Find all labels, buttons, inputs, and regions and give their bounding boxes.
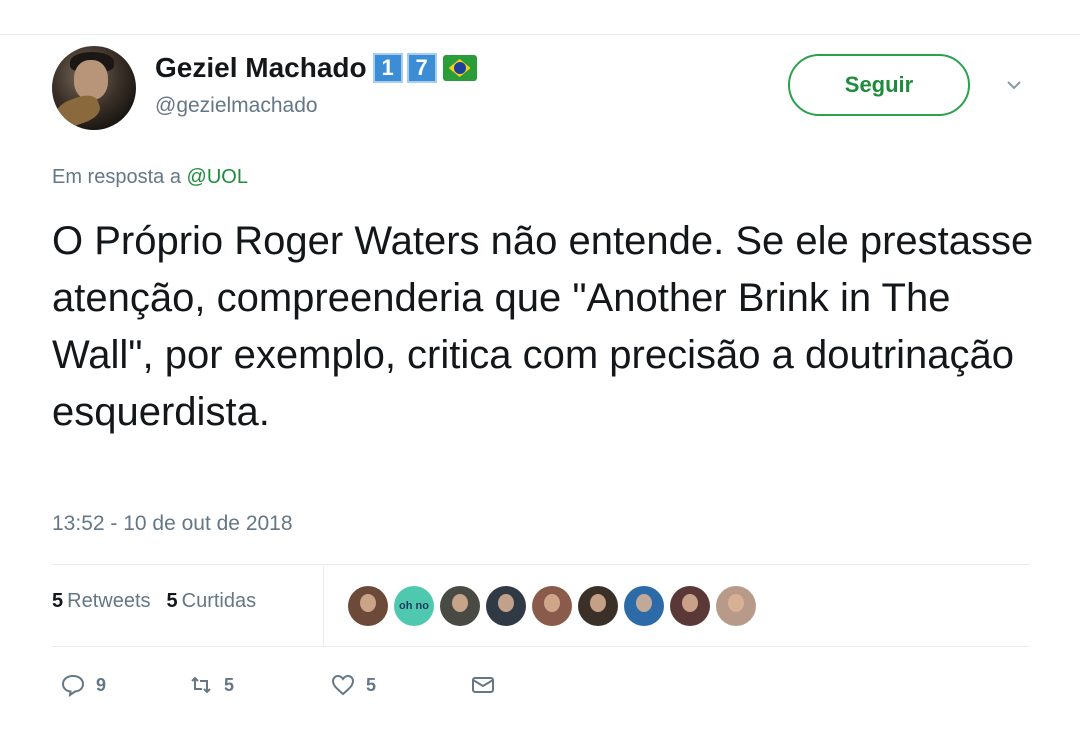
author-row: Geziel Machado 1 7	[155, 52, 477, 84]
avatar[interactable]	[52, 46, 136, 130]
retweets-count[interactable]: 5	[52, 590, 63, 613]
liker-avatar[interactable]: oh no	[394, 586, 434, 626]
liker-avatar[interactable]	[716, 586, 756, 626]
retweet-icon	[191, 676, 211, 694]
flag-brazil-icon	[442, 55, 477, 81]
retweets-label[interactable]: Retweets	[67, 590, 150, 613]
chevron-down-icon[interactable]	[1006, 78, 1021, 90]
divider	[52, 564, 1030, 565]
reply-button[interactable]: 9	[60, 672, 188, 698]
tweet-actions: 9 5 5	[60, 672, 496, 698]
tweet-timestamp[interactable]: 13:52 - 10 de out de 2018	[52, 512, 293, 536]
reply-context: Em resposta a @UOL	[52, 166, 248, 189]
like-count: 5	[366, 674, 377, 695]
top-strip	[0, 0, 1080, 35]
likes-label[interactable]: Curtidas	[182, 590, 256, 613]
liker-avatar-text: oh no	[399, 600, 429, 612]
reply-prefix: Em resposta a	[52, 166, 181, 188]
liker-avatar[interactable]	[624, 586, 664, 626]
liker-avatar[interactable]	[486, 586, 526, 626]
author-name[interactable]: Geziel Machado	[155, 52, 367, 84]
divider	[52, 646, 1030, 647]
reply-mention-link[interactable]: @UOL	[187, 166, 248, 188]
follow-button[interactable]: Seguir	[788, 54, 970, 116]
like-button[interactable]: 5	[330, 672, 470, 698]
liker-avatar[interactable]	[440, 586, 480, 626]
number-badge-7: 7	[406, 53, 437, 83]
liker-avatar[interactable]	[670, 586, 710, 626]
tweet-stats: 5 Retweets 5 Curtidas	[52, 590, 256, 613]
liker-avatar[interactable]	[578, 586, 618, 626]
retweet-count: 5	[224, 674, 235, 695]
heart-icon	[331, 674, 355, 696]
liker-avatar[interactable]	[348, 586, 388, 626]
number-badge-1: 1	[372, 53, 403, 83]
reply-count: 9	[96, 674, 107, 695]
divider	[323, 566, 324, 646]
direct-message-button[interactable]	[470, 672, 496, 698]
liker-avatar[interactable]	[532, 586, 572, 626]
likes-count[interactable]: 5	[167, 590, 178, 613]
tweet-text: O Próprio Roger Waters não entende. Se e…	[52, 219, 1034, 434]
reply-icon	[61, 674, 85, 698]
author-handle[interactable]: @gezielmachado	[155, 94, 318, 118]
likers-avatars: oh no	[348, 586, 762, 626]
message-icon	[472, 677, 494, 693]
retweet-button[interactable]: 5	[188, 672, 330, 698]
